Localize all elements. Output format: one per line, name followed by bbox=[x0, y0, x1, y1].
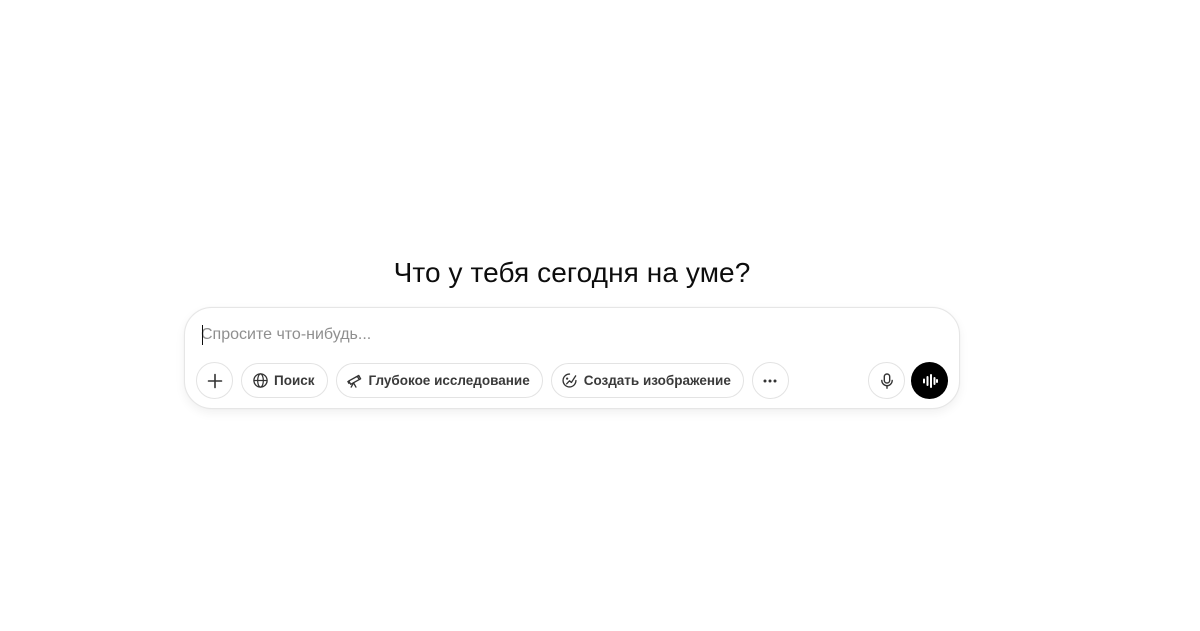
create-image-button[interactable]: Создать изображение bbox=[550, 363, 744, 398]
more-tools-button[interactable] bbox=[751, 362, 789, 399]
globe-icon bbox=[251, 372, 269, 390]
composer-right-tools bbox=[868, 362, 948, 399]
plus-icon bbox=[206, 372, 224, 390]
search-button[interactable]: Поиск bbox=[241, 363, 328, 398]
ellipsis-icon bbox=[761, 372, 779, 390]
microphone-icon bbox=[878, 372, 896, 390]
text-caret bbox=[202, 325, 203, 345]
create-image-button-label: Создать изображение bbox=[583, 373, 731, 388]
page: Что у тебя сегодня на уме? Спросите что-… bbox=[0, 0, 1200, 631]
prompt-input[interactable] bbox=[201, 322, 941, 348]
voice-mode-button[interactable] bbox=[911, 362, 948, 399]
composer-toolbar: Поиск Глубокое исследование Создать изоб… bbox=[196, 362, 789, 399]
prompt-composer: Поиск Глубокое исследование bbox=[184, 307, 960, 409]
search-button-label: Поиск bbox=[274, 373, 315, 388]
attach-button[interactable] bbox=[196, 362, 233, 399]
deep-research-button-label: Глубокое исследование bbox=[368, 373, 530, 388]
telescope-icon bbox=[346, 372, 364, 390]
waveform-icon bbox=[921, 372, 939, 390]
image-brush-icon bbox=[561, 372, 579, 390]
dictate-button[interactable] bbox=[868, 362, 905, 399]
page-title: Что у тебя сегодня на уме? bbox=[393, 256, 751, 288]
deep-research-button[interactable]: Глубокое исследование bbox=[335, 363, 543, 398]
